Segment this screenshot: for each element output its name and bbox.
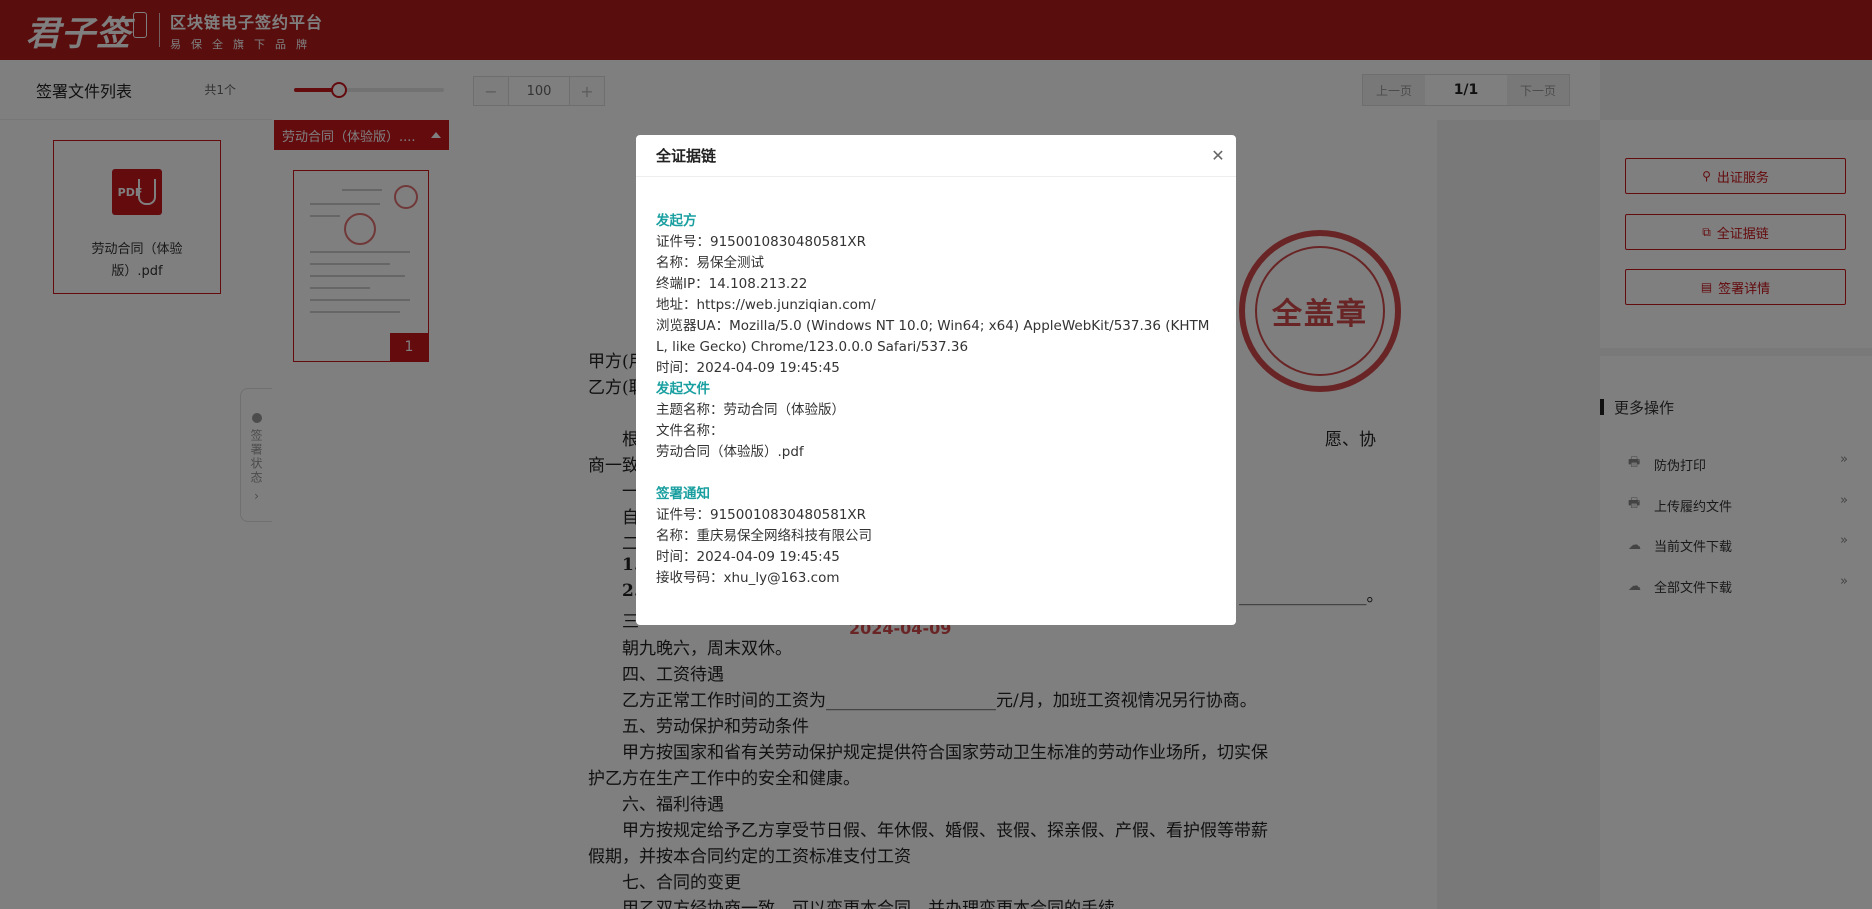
initiator-cert-no: 证件号：9150010830480581XR: [656, 234, 867, 250]
initiator-user-agent: 浏览器UA：Mozilla/5.0 (Windows NT 10.0; Win6…: [656, 318, 1210, 355]
file-name-label: 文件名称：: [656, 423, 724, 439]
initiate-file-section-title: 发起文件: [656, 381, 710, 397]
file-name-value: 劳动合同（体验版）.pdf: [656, 444, 804, 460]
sign-notice-section-title: 签署通知: [656, 486, 710, 502]
initiator-address: 地址：https://web.junziqian.com/: [656, 297, 876, 313]
file-subject: 主题名称：劳动合同（体验版）: [656, 402, 845, 418]
notice-receiver: 接收号码：xhu_ly@163.com: [656, 570, 840, 586]
notice-time: 时间：2024-04-09 19:45:45: [656, 549, 840, 565]
notice-name: 名称：重庆易保全网络科技有限公司: [656, 528, 872, 544]
notice-cert-no: 证件号：9150010830480581XR: [656, 507, 867, 523]
initiator-time: 时间：2024-04-09 19:45:45: [656, 360, 840, 376]
initiator-name: 名称：易保全测试: [656, 255, 764, 271]
evidence-chain-dialog: 全证据链 ✕ 发起方 证件号：9150010830480581XR 名称：易保全…: [636, 135, 1236, 625]
initiator-ip: 终端IP：14.108.213.22: [656, 276, 808, 292]
dialog-body: 发起方 证件号：9150010830480581XR 名称：易保全测试 终端IP…: [636, 177, 1236, 589]
dialog-title: 全证据链: [656, 147, 717, 165]
dialog-header: 全证据链 ✕: [636, 135, 1236, 177]
close-icon[interactable]: ✕: [1208, 145, 1228, 165]
initiator-section-title: 发起方: [656, 213, 697, 229]
